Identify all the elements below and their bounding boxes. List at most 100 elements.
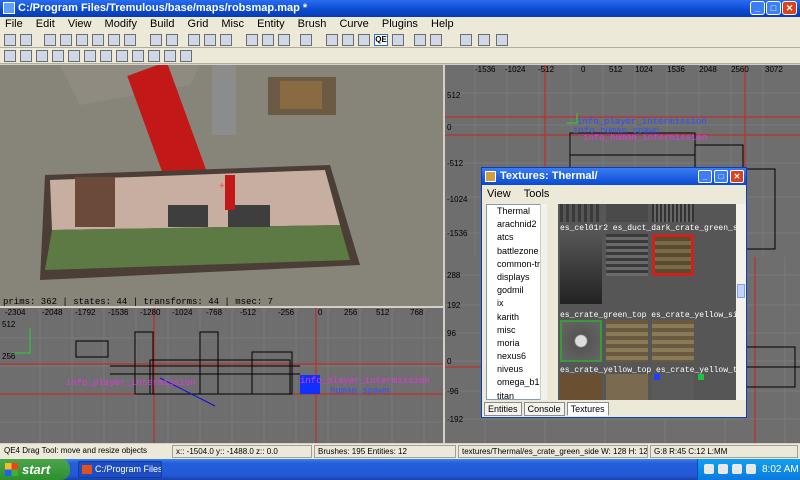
- folder-item-thermal[interactable]: Thermal: [487, 205, 546, 219]
- csg-subtract-icon[interactable]: [220, 34, 232, 46]
- texture-thumb[interactable]: [560, 204, 602, 222]
- rotate-x-icon[interactable]: [60, 34, 72, 46]
- patch-sphere-icon[interactable]: [36, 50, 48, 62]
- texture-menu-tools[interactable]: Tools: [519, 187, 555, 202]
- hollow-icon[interactable]: [262, 34, 274, 46]
- rotate-y-icon[interactable]: [92, 34, 104, 46]
- folder-item[interactable]: omega_b1: [487, 376, 546, 389]
- delete-row-icon[interactable]: [100, 50, 112, 62]
- select-inside-icon[interactable]: [188, 34, 200, 46]
- folder-item[interactable]: atcs: [487, 231, 546, 244]
- folder-item[interactable]: nexus6: [487, 350, 546, 363]
- texture-lock-icon[interactable]: [326, 34, 338, 46]
- tab-textures[interactable]: Textures: [566, 402, 609, 416]
- texture-menu-view[interactable]: View: [482, 187, 516, 202]
- flip-z-icon[interactable]: [108, 34, 120, 46]
- menu-curve[interactable]: Curve: [334, 17, 373, 32]
- texture-thumb[interactable]: [560, 320, 602, 362]
- texture-thumb[interactable]: [652, 320, 694, 362]
- texture-thumb-selected[interactable]: [652, 234, 694, 276]
- flip-x-icon[interactable]: [44, 34, 56, 46]
- folder-list-scrollbar[interactable]: [540, 204, 547, 400]
- texture-tool-icon[interactable]: [414, 34, 426, 46]
- invert-patch-icon[interactable]: [132, 50, 144, 62]
- vertex-edit-icon[interactable]: [392, 34, 404, 46]
- tray-clock[interactable]: 8:02 AM: [762, 459, 799, 480]
- menu-modify[interactable]: Modify: [100, 17, 142, 32]
- texture-window-titlebar[interactable]: Textures: Thermal/ _ □ ✕: [482, 168, 746, 185]
- flip-y-icon[interactable]: [76, 34, 88, 46]
- change-view-icon[interactable]: [300, 34, 312, 46]
- select-partial-icon[interactable]: [204, 34, 216, 46]
- start-button[interactable]: start: [0, 459, 70, 480]
- scroll-thumb[interactable]: [737, 284, 745, 298]
- texture-thumb[interactable]: [606, 374, 648, 400]
- texture-grid[interactable]: es_cel01r2 es_duct_dark_crate_green_side…: [558, 204, 736, 400]
- xz-ortho-view[interactable]: -2304 -2048 -1792 -1536 -1280 -1024 -768…: [0, 308, 443, 443]
- texture-thumb[interactable]: [606, 234, 648, 276]
- folder-item[interactable]: common-trem: [487, 258, 546, 271]
- folder-item[interactable]: karith: [487, 311, 546, 324]
- entity-icon[interactable]: [430, 34, 442, 46]
- texture-thumb[interactable]: [560, 234, 602, 304]
- texture-grid-scrollbar[interactable]: [736, 204, 746, 400]
- rotate-z-icon[interactable]: [124, 34, 136, 46]
- folder-item[interactable]: godmil: [487, 284, 546, 297]
- texture-thumb[interactable]: [606, 320, 648, 362]
- texture-close-button[interactable]: ✕: [730, 170, 744, 183]
- scale-tool-icon[interactable]: [358, 34, 370, 46]
- tab-entities[interactable]: Entities: [484, 402, 522, 416]
- csg-merge-icon[interactable]: [246, 34, 258, 46]
- tab-console[interactable]: Console: [523, 402, 565, 416]
- select-touching-icon[interactable]: [166, 34, 178, 46]
- rotate-tool-icon[interactable]: [342, 34, 354, 46]
- menu-edit[interactable]: Edit: [31, 17, 60, 32]
- menu-entity[interactable]: Entity: [252, 17, 290, 32]
- texture-thumb[interactable]: [606, 204, 648, 222]
- cap-patch-icon[interactable]: [116, 50, 128, 62]
- menu-plugins[interactable]: Plugins: [377, 17, 423, 32]
- show-sky-icon[interactable]: [496, 34, 508, 46]
- texture-maximize-button[interactable]: □: [714, 170, 728, 183]
- folder-item[interactable]: misc: [487, 324, 546, 337]
- menu-grid[interactable]: Grid: [183, 17, 214, 32]
- menu-build[interactable]: Build: [145, 17, 179, 32]
- texture-thumb[interactable]: [652, 204, 694, 222]
- open-icon[interactable]: [4, 34, 16, 46]
- texture-minimize-button[interactable]: _: [698, 170, 712, 183]
- redisperse-icon[interactable]: [148, 50, 160, 62]
- camera-view[interactable]: + prims: 362 | states: 44 | transforms: …: [0, 65, 443, 308]
- taskbar-item-radiant[interactable]: C:/Program Files/Tre...: [78, 461, 162, 478]
- texture-folder-list[interactable]: Thermal arachnid2 atcs battlezone common…: [486, 204, 547, 400]
- qe-drag-tool-button[interactable]: QE: [374, 34, 388, 46]
- patch-endcap-icon[interactable]: [68, 50, 80, 62]
- folder-item[interactable]: titan: [487, 390, 546, 399]
- tray-security-icon[interactable]: [732, 464, 742, 474]
- clipper-icon[interactable]: [278, 34, 290, 46]
- folder-item[interactable]: displays: [487, 271, 546, 284]
- show-models-icon[interactable]: [478, 34, 490, 46]
- folder-item[interactable]: ix: [487, 297, 546, 310]
- patch-cone-icon[interactable]: [20, 50, 32, 62]
- insert-row-icon[interactable]: [84, 50, 96, 62]
- save-icon[interactable]: [20, 34, 32, 46]
- patch-cylinder-icon[interactable]: [4, 50, 16, 62]
- folder-item[interactable]: arachnid2: [487, 218, 546, 231]
- patch-inspector-icon[interactable]: [180, 50, 192, 62]
- folder-item[interactable]: moria: [487, 337, 546, 350]
- tray-app-icon[interactable]: [746, 464, 756, 474]
- menu-file[interactable]: File: [0, 17, 28, 32]
- show-patches-icon[interactable]: [460, 34, 472, 46]
- close-button[interactable]: ✕: [782, 1, 797, 15]
- folder-item[interactable]: battlezone: [487, 245, 546, 258]
- minimize-button[interactable]: _: [750, 1, 765, 15]
- maximize-button[interactable]: □: [766, 1, 781, 15]
- tray-network-icon[interactable]: [704, 464, 714, 474]
- texture-thumb[interactable]: [560, 374, 602, 400]
- matrix-icon[interactable]: [164, 50, 176, 62]
- select-complete-icon[interactable]: [150, 34, 162, 46]
- menu-brush[interactable]: Brush: [293, 17, 332, 32]
- folder-item[interactable]: niveus: [487, 363, 546, 376]
- tray-volume-icon[interactable]: [718, 464, 728, 474]
- menu-help[interactable]: Help: [426, 17, 459, 32]
